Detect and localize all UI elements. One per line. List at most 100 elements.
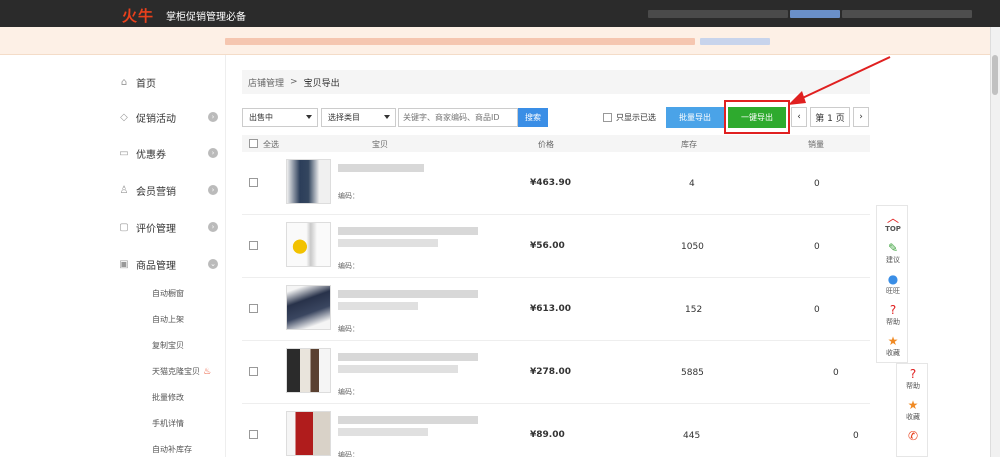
breadcrumb-parent[interactable]: 店铺管理 (248, 76, 284, 89)
back-to-top-button[interactable]: ︿ TOP (877, 212, 909, 233)
breadcrumb-separator: > (290, 77, 298, 87)
row-checkbox[interactable] (249, 241, 258, 250)
sidebar-item-coupons[interactable]: ▭ 优惠券 › (118, 143, 218, 163)
sidebar-item-home[interactable]: ⌂ 首页 (118, 72, 218, 92)
scrollbar-thumb[interactable] (992, 55, 998, 95)
sub-item-auto-listing[interactable]: 自动上架 (152, 314, 184, 325)
category-select[interactable]: 选择类目 (321, 108, 396, 127)
status-select-value: 出售中 (249, 113, 273, 122)
row-checkbox[interactable] (249, 430, 258, 439)
favorite-button[interactable]: ★ 收藏 (897, 399, 929, 422)
product-stock: 4 (689, 179, 695, 189)
brand-logo[interactable]: 火牛 (122, 5, 154, 26)
product-price: ¥56.00 (530, 241, 565, 251)
select-all-label: 全选 (263, 140, 279, 149)
row-checkbox[interactable] (249, 178, 258, 187)
redacted-product-title[interactable] (338, 353, 478, 361)
sidebar: ⌂ 首页 ◇ 促销活动 › ▭ 优惠券 › ♙ 会员营销 › ▢ 评价管理 › … (100, 55, 226, 457)
redacted-product-title[interactable] (338, 227, 478, 235)
category-select-value: 选择类目 (328, 113, 360, 122)
breadcrumb: 店铺管理 > 宝贝导出 (242, 70, 870, 94)
product-stock: 5885 (681, 368, 704, 378)
sub-item-copy-item[interactable]: 复制宝贝 (152, 340, 184, 351)
product-thumbnail[interactable] (286, 348, 331, 393)
only-show-selected-toggle[interactable]: 只显示已选 (603, 112, 656, 123)
col-header-price: 价格 (538, 140, 554, 149)
redacted-product-title-line2 (338, 365, 458, 373)
sub-item-tmall-clone[interactable]: 天猫克隆宝贝 ♨ (152, 366, 211, 377)
sidebar-item-goods[interactable]: ▣ 商品管理 ⌄ (118, 254, 218, 274)
table-row: 编码： ¥463.90 4 0 (242, 152, 870, 215)
coupon-icon: ▭ (119, 147, 129, 159)
product-code-label: 编码： (338, 388, 359, 396)
product-sales: 0 (814, 242, 820, 252)
help-button[interactable]: ? 帮助 (877, 304, 909, 327)
sidebar-item-label: 评价管理 (136, 223, 176, 235)
sub-item-auto-showcase[interactable]: 自动橱窗 (152, 288, 184, 299)
annotation-arrow-icon (788, 56, 891, 105)
product-thumbnail[interactable] (286, 159, 331, 204)
col-header-item: 宝贝 (372, 140, 388, 149)
wangwang-chat-button[interactable]: ● 旺旺 (877, 273, 909, 296)
product-thumbnail[interactable] (286, 285, 331, 330)
row-checkbox[interactable] (249, 367, 258, 376)
row-checkbox[interactable] (249, 304, 258, 313)
redacted-user-info (790, 10, 840, 18)
select-all-checkbox[interactable] (249, 139, 258, 148)
redacted-notice-link[interactable] (700, 38, 770, 45)
table-row: 编码： ¥278.00 5885 0 (242, 341, 870, 404)
sidebar-item-reviews[interactable]: ▢ 评价管理 › (118, 217, 218, 237)
search-input[interactable] (398, 108, 518, 127)
feedback-label: 建议 (886, 256, 900, 264)
col-header-stock: 库存 (681, 140, 697, 149)
product-sales: 0 (833, 368, 839, 378)
redacted-product-title-line2 (338, 239, 438, 247)
favorite-label: 收藏 (906, 413, 920, 421)
product-price: ¥613.00 (530, 304, 571, 314)
sub-item-mobile-detail[interactable]: 手机详情 (152, 418, 184, 429)
chevron-right-icon: › (208, 185, 218, 195)
col-header-sales: 销量 (808, 140, 824, 149)
redacted-product-title-line2 (338, 302, 418, 310)
tag-icon: ◇ (120, 111, 128, 123)
sub-item-auto-restock[interactable]: 自动补库存 (152, 444, 192, 455)
notice-bar (0, 27, 990, 55)
redacted-product-title[interactable] (338, 290, 478, 298)
help-button[interactable]: ? 帮助 (897, 368, 929, 391)
sidebar-item-label: 促销活动 (136, 113, 176, 125)
favorite-button[interactable]: ★ 收藏 (877, 335, 909, 358)
product-stock: 152 (685, 305, 703, 315)
app-title: 掌柜促销管理必备 (166, 12, 246, 23)
chevron-right-icon: › (208, 148, 218, 158)
wangwang-label: 旺旺 (886, 287, 900, 295)
sub-item-batch-edit[interactable]: 批量修改 (152, 392, 184, 403)
batch-export-button[interactable]: 批量导出 (666, 107, 724, 128)
only-show-selected-checkbox[interactable] (603, 113, 612, 122)
sidebar-item-label: 会员营销 (136, 186, 176, 198)
redacted-product-title[interactable] (338, 164, 424, 172)
sidebar-item-label: 首页 (136, 78, 156, 90)
product-stock: 1050 (681, 242, 704, 252)
product-price: ¥278.00 (530, 367, 571, 377)
goods-icon: ▣ (119, 258, 129, 270)
redacted-product-title[interactable] (338, 416, 478, 424)
fire-icon: ♨ (203, 367, 212, 377)
table-row: 编码： ¥89.00 445 0 (242, 404, 870, 457)
search-button[interactable]: 搜索 (518, 108, 548, 127)
sidebar-item-label: 优惠券 (136, 149, 166, 161)
floating-toolbar-duplicate: ? 帮助 ★ 收藏 ✆ (896, 363, 928, 457)
chevron-right-icon: › (208, 222, 218, 232)
caret-down-icon (384, 115, 390, 119)
only-show-selected-label: 只显示已选 (616, 113, 656, 122)
chat-icon: ● (887, 272, 899, 286)
status-select[interactable]: 出售中 (242, 108, 318, 127)
sidebar-item-promotions[interactable]: ◇ 促销活动 › (118, 107, 218, 127)
table-header: 全选 宝贝 价格 库存 销量 (242, 135, 870, 152)
feedback-button[interactable]: ✎ 建议 (877, 242, 909, 265)
phone-button[interactable]: ✆ (897, 430, 929, 443)
product-thumbnail[interactable] (286, 222, 331, 267)
product-thumbnail[interactable] (286, 411, 331, 456)
product-code-label: 编码： (338, 192, 359, 200)
sidebar-item-member-marketing[interactable]: ♙ 会员营销 › (118, 180, 218, 200)
pencil-icon: ✎ (887, 241, 899, 255)
